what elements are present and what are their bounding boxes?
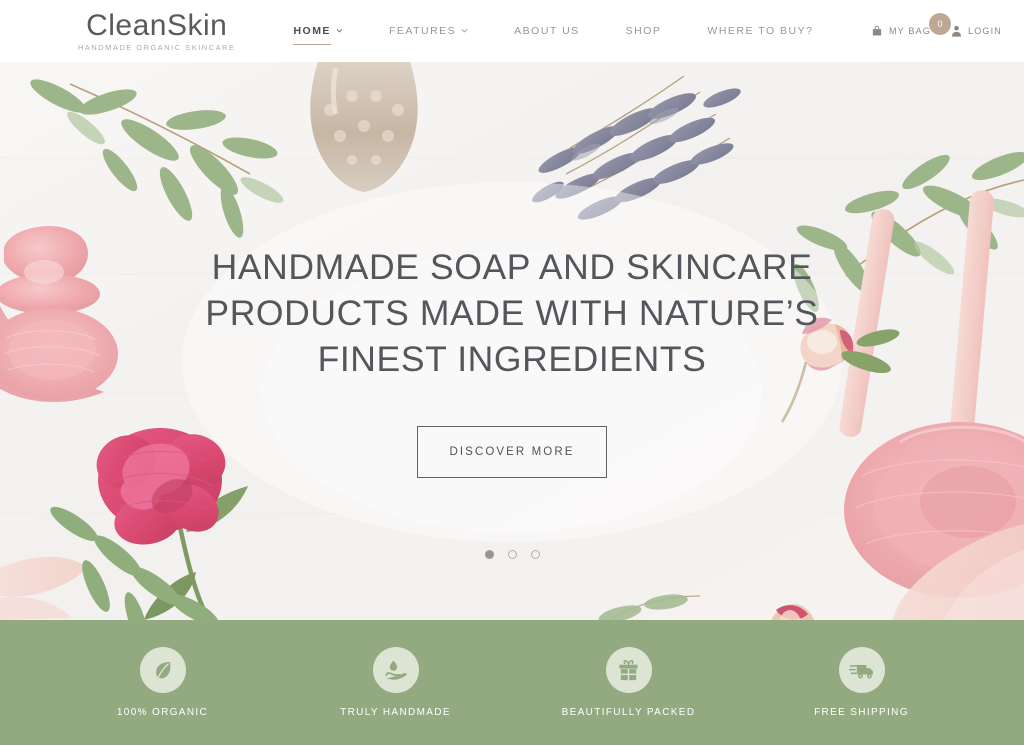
feature-label: BEAUTIFULLY PACKED [561,707,696,718]
nav-item-label: WHERE TO BUY? [707,25,814,37]
user-icon [951,25,962,37]
hero-content: HANDMADE SOAP AND SKINCARE PRODUCTS MADE… [0,62,1024,620]
feature-bar: 100% ORGANIC TRULY HANDMADE BEAUTIFULLY … [0,620,1024,745]
nav-item-where-to-buy[interactable]: WHERE TO BUY? [707,19,813,43]
site-header: CleanSkin HANDMADE ORGANIC SKINCARE HOME… [0,0,1024,62]
feature-label: TRULY HANDMADE [340,707,451,718]
brand-name: CleanSkin [86,8,228,42]
slider-dot-1[interactable] [484,550,494,560]
nav-item-label: SHOP [625,25,662,37]
header-actions: MY BAG 0 LOGIN [871,13,1002,37]
nav-item-home[interactable]: HOME [293,19,343,46]
slider-dot-3[interactable] [530,550,540,560]
brand-tagline: HANDMADE ORGANIC SKINCARE [78,42,236,52]
slider-dot-2[interactable] [507,550,517,560]
page-root: CleanSkin HANDMADE ORGANIC SKINCARE HOME… [0,0,1024,745]
brand-logo[interactable]: CleanSkin HANDMADE ORGANIC SKINCARE [78,8,236,52]
chevron-down-icon [336,27,343,34]
feature-label: FREE SHIPPING [814,707,909,718]
feature-handmade[interactable]: TRULY HANDMADE [279,647,512,718]
cart-count-badge: 0 [928,13,951,35]
feature-label: 100% ORGANIC [116,707,209,718]
hero-heading: HANDMADE SOAP AND SKINCARE PRODUCTS MADE… [205,247,819,380]
my-bag-label: MY BAG [888,26,931,36]
nav-item-shop[interactable]: SHOP [626,19,662,43]
discover-more-button[interactable]: DISCOVER MORE [417,426,607,479]
nav-item-label: ABOUT US [514,25,580,37]
nav-item-label: FEATURES [388,25,457,37]
gift-box-icon [605,647,652,693]
feature-packed[interactable]: BEAUTIFULLY PACKED [512,647,745,718]
hero-slider: HANDMADE SOAP AND SKINCARE PRODUCTS MADE… [0,62,1024,620]
delivery-truck-icon [838,647,885,693]
leaf-icon [139,647,186,693]
slider-pagination [484,550,540,560]
login-label: LOGIN [967,26,1002,36]
main-navigation: HOME FEATURES ABOUT US SHOP WHERE TO BUY… [293,19,813,46]
my-bag-button[interactable]: MY BAG 0 [871,13,951,37]
shopping-bag-icon [871,25,883,37]
hand-drop-icon [372,647,419,693]
chevron-down-icon [461,27,468,34]
feature-shipping[interactable]: FREE SHIPPING [745,647,978,718]
nav-item-features[interactable]: FEATURES [389,19,468,43]
feature-organic[interactable]: 100% ORGANIC [46,647,279,718]
login-button[interactable]: LOGIN [951,25,1002,37]
nav-item-label: HOME [293,25,331,37]
nav-item-about-us[interactable]: ABOUT US [514,19,579,43]
